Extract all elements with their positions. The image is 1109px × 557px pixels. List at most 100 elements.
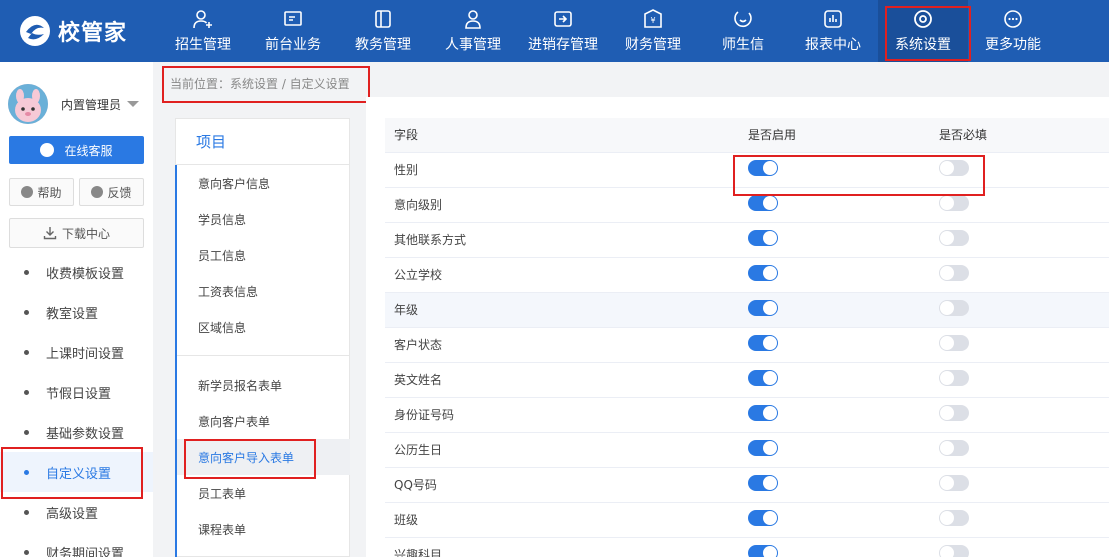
- nav-item-0[interactable]: 招生管理: [158, 0, 248, 62]
- panel-item-group2-2[interactable]: 意向客户导入表单: [177, 439, 350, 475]
- field-name-cell: 身份证号码: [385, 397, 748, 433]
- enabled-cell: [748, 467, 939, 503]
- monitor-icon: [284, 11, 302, 26]
- required-toggle[interactable]: [939, 265, 969, 281]
- nav-item-5[interactable]: ¥ 财务管理: [608, 0, 698, 62]
- required-toggle[interactable]: [939, 475, 969, 491]
- required-toggle[interactable]: [939, 230, 969, 246]
- nav-item-1[interactable]: 前台业务: [248, 0, 338, 62]
- required-toggle[interactable]: [939, 510, 969, 526]
- table-row: 兴趣科目: [385, 537, 1109, 557]
- enabled-toggle[interactable]: [748, 335, 778, 351]
- toggle-knob: [940, 301, 954, 315]
- bullet-icon: [24, 389, 29, 395]
- required-toggle[interactable]: [939, 545, 969, 557]
- sidebar-item-4[interactable]: 基础参数设置: [0, 412, 153, 452]
- field-name-cell: 客户状态: [385, 327, 748, 363]
- required-toggle[interactable]: [939, 300, 969, 316]
- enabled-toggle[interactable]: [748, 265, 778, 281]
- panel-divider: [177, 355, 350, 356]
- feedback-button[interactable]: 反馈: [79, 178, 144, 206]
- enabled-toggle[interactable]: [748, 510, 778, 526]
- enabled-toggle[interactable]: [748, 370, 778, 386]
- field-table: 字段 是否启用 是否必填 性别 意向级别 其他联系方式 公立学校 年级 客户状态 英文姓名身…: [385, 118, 1109, 557]
- book-icon: [375, 10, 391, 28]
- toggle-knob: [763, 406, 777, 420]
- sidebar-item-2[interactable]: 上课时间设置: [0, 332, 153, 372]
- required-toggle[interactable]: [939, 370, 969, 386]
- required-toggle[interactable]: [939, 440, 969, 456]
- panel-item-group1-4[interactable]: 区域信息: [177, 309, 350, 345]
- nav-item-7[interactable]: 报表中心: [788, 0, 878, 62]
- enabled-toggle[interactable]: [748, 545, 778, 557]
- enabled-cell: [748, 292, 939, 328]
- enabled-toggle[interactable]: [748, 195, 778, 211]
- logo-text: 校管家: [58, 21, 128, 46]
- sidebar-item-1[interactable]: 教室设置: [0, 292, 153, 332]
- panel-item-group2-3[interactable]: 员工表单: [177, 475, 350, 511]
- sidebar-item-label: 节假日设置: [46, 386, 112, 402]
- required-toggle[interactable]: [939, 335, 969, 351]
- enabled-toggle[interactable]: [748, 405, 778, 421]
- breadcrumb: 当前位置：系统设置 / 自定义设置: [170, 77, 350, 91]
- sidebar-item-label: 基础参数设置: [46, 426, 125, 442]
- feedback-icon: [91, 186, 104, 198]
- download-center-button[interactable]: 下载中心: [9, 218, 144, 248]
- panel-item-group1-3[interactable]: 工资表信息: [177, 273, 350, 309]
- toggle-knob: [763, 371, 777, 385]
- online-service-button[interactable]: 在线客服: [9, 136, 144, 164]
- required-toggle[interactable]: [939, 160, 969, 176]
- toggle-knob: [940, 441, 954, 455]
- sidebar-item-0[interactable]: 收费模板设置: [0, 252, 153, 292]
- table-row: 其他联系方式: [385, 222, 1109, 258]
- nav-label: 系统设置: [895, 37, 951, 53]
- nav-label: 人事管理: [445, 37, 501, 53]
- required-toggle[interactable]: [939, 195, 969, 211]
- nav-label: 招生管理: [175, 37, 231, 53]
- enabled-toggle[interactable]: [748, 300, 778, 316]
- help-button[interactable]: 帮助: [9, 178, 74, 206]
- enabled-toggle[interactable]: [748, 230, 778, 246]
- enabled-toggle[interactable]: [748, 160, 778, 176]
- sidebar-item-7[interactable]: 财务期间设置: [0, 532, 153, 557]
- nav-item-3[interactable]: 人事管理: [428, 0, 518, 62]
- nav-label: 报表中心: [805, 37, 861, 53]
- nav-item-4[interactable]: 进销存管理: [518, 0, 608, 62]
- field-name-cell: 英文姓名: [385, 362, 748, 398]
- nav-item-6[interactable]: 师生信: [698, 0, 788, 62]
- nav-label: 教务管理: [355, 37, 411, 53]
- toggle-knob: [763, 546, 777, 557]
- panel-item-group2-4[interactable]: 课程表单: [177, 511, 350, 547]
- panel-item-group2-0[interactable]: 新学员报名表单: [177, 367, 350, 403]
- bullet-icon: [24, 469, 29, 475]
- panel-item-group2-1[interactable]: 意向客户表单: [177, 403, 350, 439]
- logo[interactable]: 校管家: [18, 14, 127, 48]
- sidebar-item-5[interactable]: 自定义设置: [0, 452, 153, 492]
- sidebar-item-label: 上课时间设置: [46, 346, 125, 362]
- toggle-knob: [763, 441, 777, 455]
- more-icon: [1004, 10, 1022, 28]
- nav-item-8[interactable]: 系统设置: [878, 0, 968, 62]
- nav-item-9[interactable]: 更多功能: [968, 0, 1058, 62]
- user-menu[interactable]: 内置管理员: [8, 84, 140, 124]
- field-name-cell: QQ号码: [385, 467, 748, 503]
- sidebar-item-label: 高级设置: [46, 506, 99, 522]
- toggle-knob: [763, 511, 777, 525]
- nav-item-2[interactable]: 教务管理: [338, 0, 428, 62]
- panel-item-group1-1[interactable]: 学员信息: [177, 201, 350, 237]
- panel-item-group1-2[interactable]: 员工信息: [177, 237, 350, 273]
- required-toggle[interactable]: [939, 405, 969, 421]
- field-name-cell: 意向级别: [385, 187, 748, 223]
- enabled-toggle[interactable]: [748, 475, 778, 491]
- panel-item-group1-0[interactable]: 意向客户信息: [177, 165, 350, 201]
- field-name-cell: 公立学校: [385, 257, 748, 293]
- field-name-cell: 其他联系方式: [385, 222, 748, 258]
- sidebar-item-3[interactable]: 节假日设置: [0, 372, 153, 412]
- required-cell: [939, 362, 1109, 398]
- field-name-cell: 兴趣科目: [385, 537, 748, 557]
- enabled-toggle[interactable]: [748, 440, 778, 456]
- required-cell: [939, 292, 1109, 328]
- table-row: 英文姓名: [385, 362, 1109, 398]
- chevron-down-icon[interactable]: [127, 101, 140, 107]
- sidebar-item-6[interactable]: 高级设置: [0, 492, 153, 532]
